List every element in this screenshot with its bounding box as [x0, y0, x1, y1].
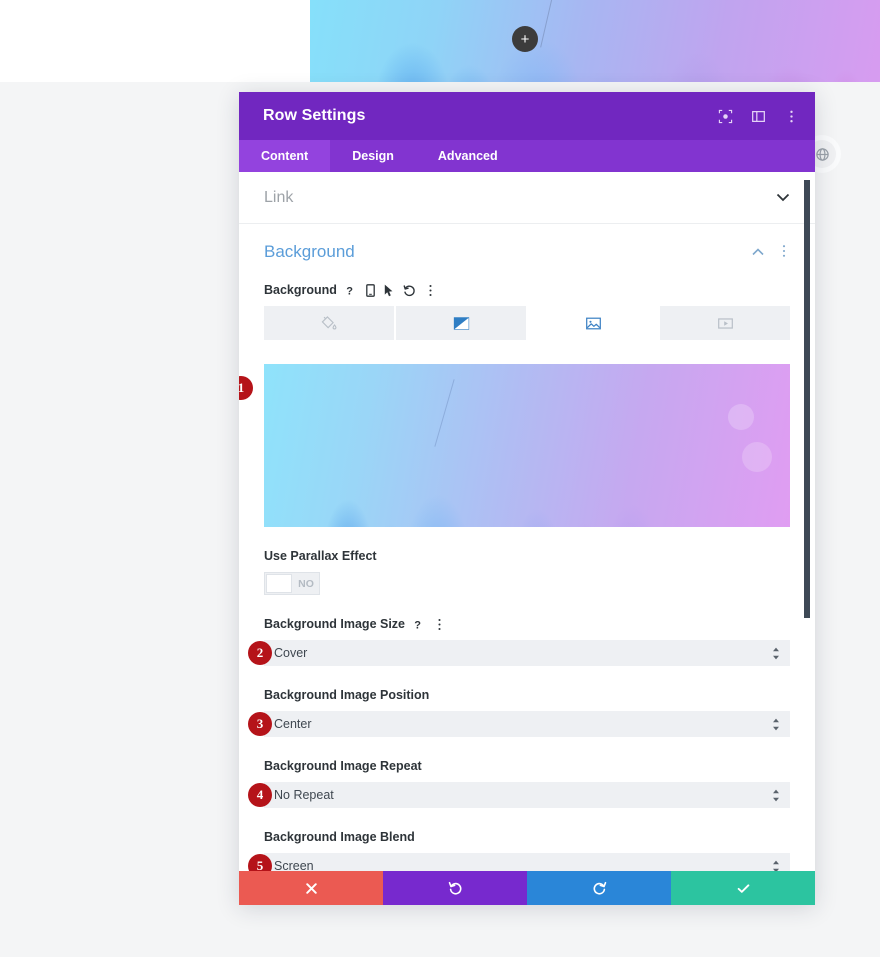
- background-image-size-label: Background Image Size: [264, 617, 406, 631]
- hero-banner-image: +: [310, 0, 880, 82]
- section-more-vertical-icon[interactable]: [778, 244, 790, 260]
- redo-button[interactable]: [527, 871, 671, 905]
- modal-footer: [239, 871, 815, 905]
- more-vertical-icon[interactable]: [783, 108, 799, 124]
- step-badge-2: 2: [248, 641, 272, 665]
- background-image-repeat-select[interactable]: 4 No Repeat: [248, 782, 790, 808]
- row-settings-modal: Row Settings Content Design Advanced Lin…: [239, 92, 815, 905]
- floral-decoration: [264, 364, 790, 527]
- modal-header-actions: [717, 108, 799, 124]
- background-image-position-label-row: Background Image Position: [264, 688, 790, 702]
- modal-tabbar: Content Design Advanced: [239, 140, 815, 172]
- help-icon[interactable]: ?: [414, 618, 425, 631]
- undo-button[interactable]: [383, 871, 527, 905]
- parallax-label: Use Parallax Effect: [264, 549, 377, 563]
- more-vertical-icon[interactable]: [434, 618, 445, 631]
- background-type-tabs: [264, 306, 790, 340]
- more-vertical-icon[interactable]: [425, 284, 436, 297]
- background-image-preview-wrap: 1: [239, 364, 790, 527]
- reset-undo-icon[interactable]: [403, 284, 416, 297]
- save-button[interactable]: [671, 871, 815, 905]
- modal-title: Row Settings: [263, 107, 366, 124]
- background-image-blend-label-row: Background Image Blend: [264, 830, 790, 844]
- modal-scrollbar[interactable]: [803, 172, 812, 871]
- modal-header: Row Settings: [239, 92, 815, 140]
- background-gradient-tab[interactable]: [396, 306, 528, 340]
- step-badge-4: 4: [248, 783, 272, 807]
- floral-decoration: [310, 0, 880, 82]
- cursor-pointer-icon[interactable]: [384, 284, 394, 297]
- layout-panel-icon[interactable]: [750, 108, 766, 124]
- bokeh-decoration: [742, 442, 772, 472]
- bokeh-decoration: [728, 404, 754, 430]
- section-background-title: Background: [264, 242, 355, 261]
- parallax-label-row: Use Parallax Effect: [264, 549, 790, 563]
- background-image-position-value: Center: [274, 717, 312, 731]
- background-image-preview[interactable]: [264, 364, 790, 527]
- undo-icon: [448, 881, 461, 895]
- help-icon[interactable]: ?: [346, 284, 357, 297]
- image-icon: [585, 317, 601, 329]
- mobile-device-icon[interactable]: [366, 283, 375, 297]
- background-image-blend-value: Screen: [274, 859, 314, 871]
- tab-advanced[interactable]: Advanced: [416, 140, 520, 172]
- select-spinner-icon: [772, 718, 780, 731]
- background-field-label-row: Background ?: [264, 283, 790, 297]
- tab-design[interactable]: Design: [330, 140, 416, 172]
- toggle-knob: [266, 574, 292, 593]
- step-badge-3: 3: [248, 712, 272, 736]
- redo-icon: [593, 881, 606, 895]
- background-image-size-label-row: Background Image Size ?: [264, 617, 790, 631]
- section-background-header: Background: [264, 242, 790, 262]
- background-image-position-label: Background Image Position: [264, 688, 430, 702]
- background-image-repeat-label-row: Background Image Repeat: [264, 759, 790, 773]
- svg-text:?: ?: [346, 285, 353, 297]
- background-image-blend-label: Background Image Blend: [264, 830, 415, 844]
- background-image-size-value: Cover: [274, 646, 308, 660]
- background-image-size-select[interactable]: 2 Cover: [248, 640, 790, 666]
- background-image-position-select[interactable]: 3 Center: [248, 711, 790, 737]
- video-icon: [717, 317, 733, 329]
- background-video-tab[interactable]: [660, 306, 790, 340]
- add-row-button[interactable]: +: [512, 26, 538, 52]
- parallax-toggle[interactable]: NO: [264, 572, 320, 595]
- tab-content[interactable]: Content: [239, 140, 331, 172]
- step-badge-1: 1: [239, 376, 253, 400]
- step-badge-5: 5: [248, 854, 272, 871]
- background-image-repeat-value: No Repeat: [274, 788, 334, 802]
- scrollbar-thumb[interactable]: [804, 180, 810, 618]
- plus-icon: +: [520, 30, 530, 48]
- select-spinner-icon: [772, 789, 780, 802]
- collapse-chevron-up-icon[interactable]: [752, 246, 764, 258]
- chevron-down-icon[interactable]: [776, 191, 790, 204]
- check-icon: [737, 883, 749, 893]
- svg-text:?: ?: [414, 619, 421, 631]
- select-spinner-icon: [772, 647, 780, 660]
- focus-target-icon[interactable]: [717, 108, 733, 124]
- background-field-label: Background: [264, 283, 337, 297]
- globe-icon: [815, 147, 829, 161]
- paint-bucket-icon: [321, 316, 337, 330]
- section-link[interactable]: Link: [239, 172, 815, 224]
- modal-scroll-area: Link Background Background ? 1 Use Paral…: [239, 172, 815, 871]
- section-background: Background Background ? 1 Use Parallax E…: [239, 224, 815, 871]
- cancel-button[interactable]: [239, 871, 383, 905]
- background-color-tab[interactable]: [264, 306, 396, 340]
- background-image-blend-select[interactable]: 5 Screen: [248, 853, 790, 871]
- section-link-label: Link: [264, 188, 294, 206]
- toggle-state-label: NO: [298, 577, 314, 590]
- gradient-icon: [453, 316, 469, 330]
- background-image-repeat-label: Background Image Repeat: [264, 759, 422, 773]
- close-icon: [305, 882, 317, 894]
- background-image-tab[interactable]: [528, 306, 660, 340]
- page-canvas: +: [0, 0, 880, 82]
- select-spinner-icon: [772, 860, 780, 871]
